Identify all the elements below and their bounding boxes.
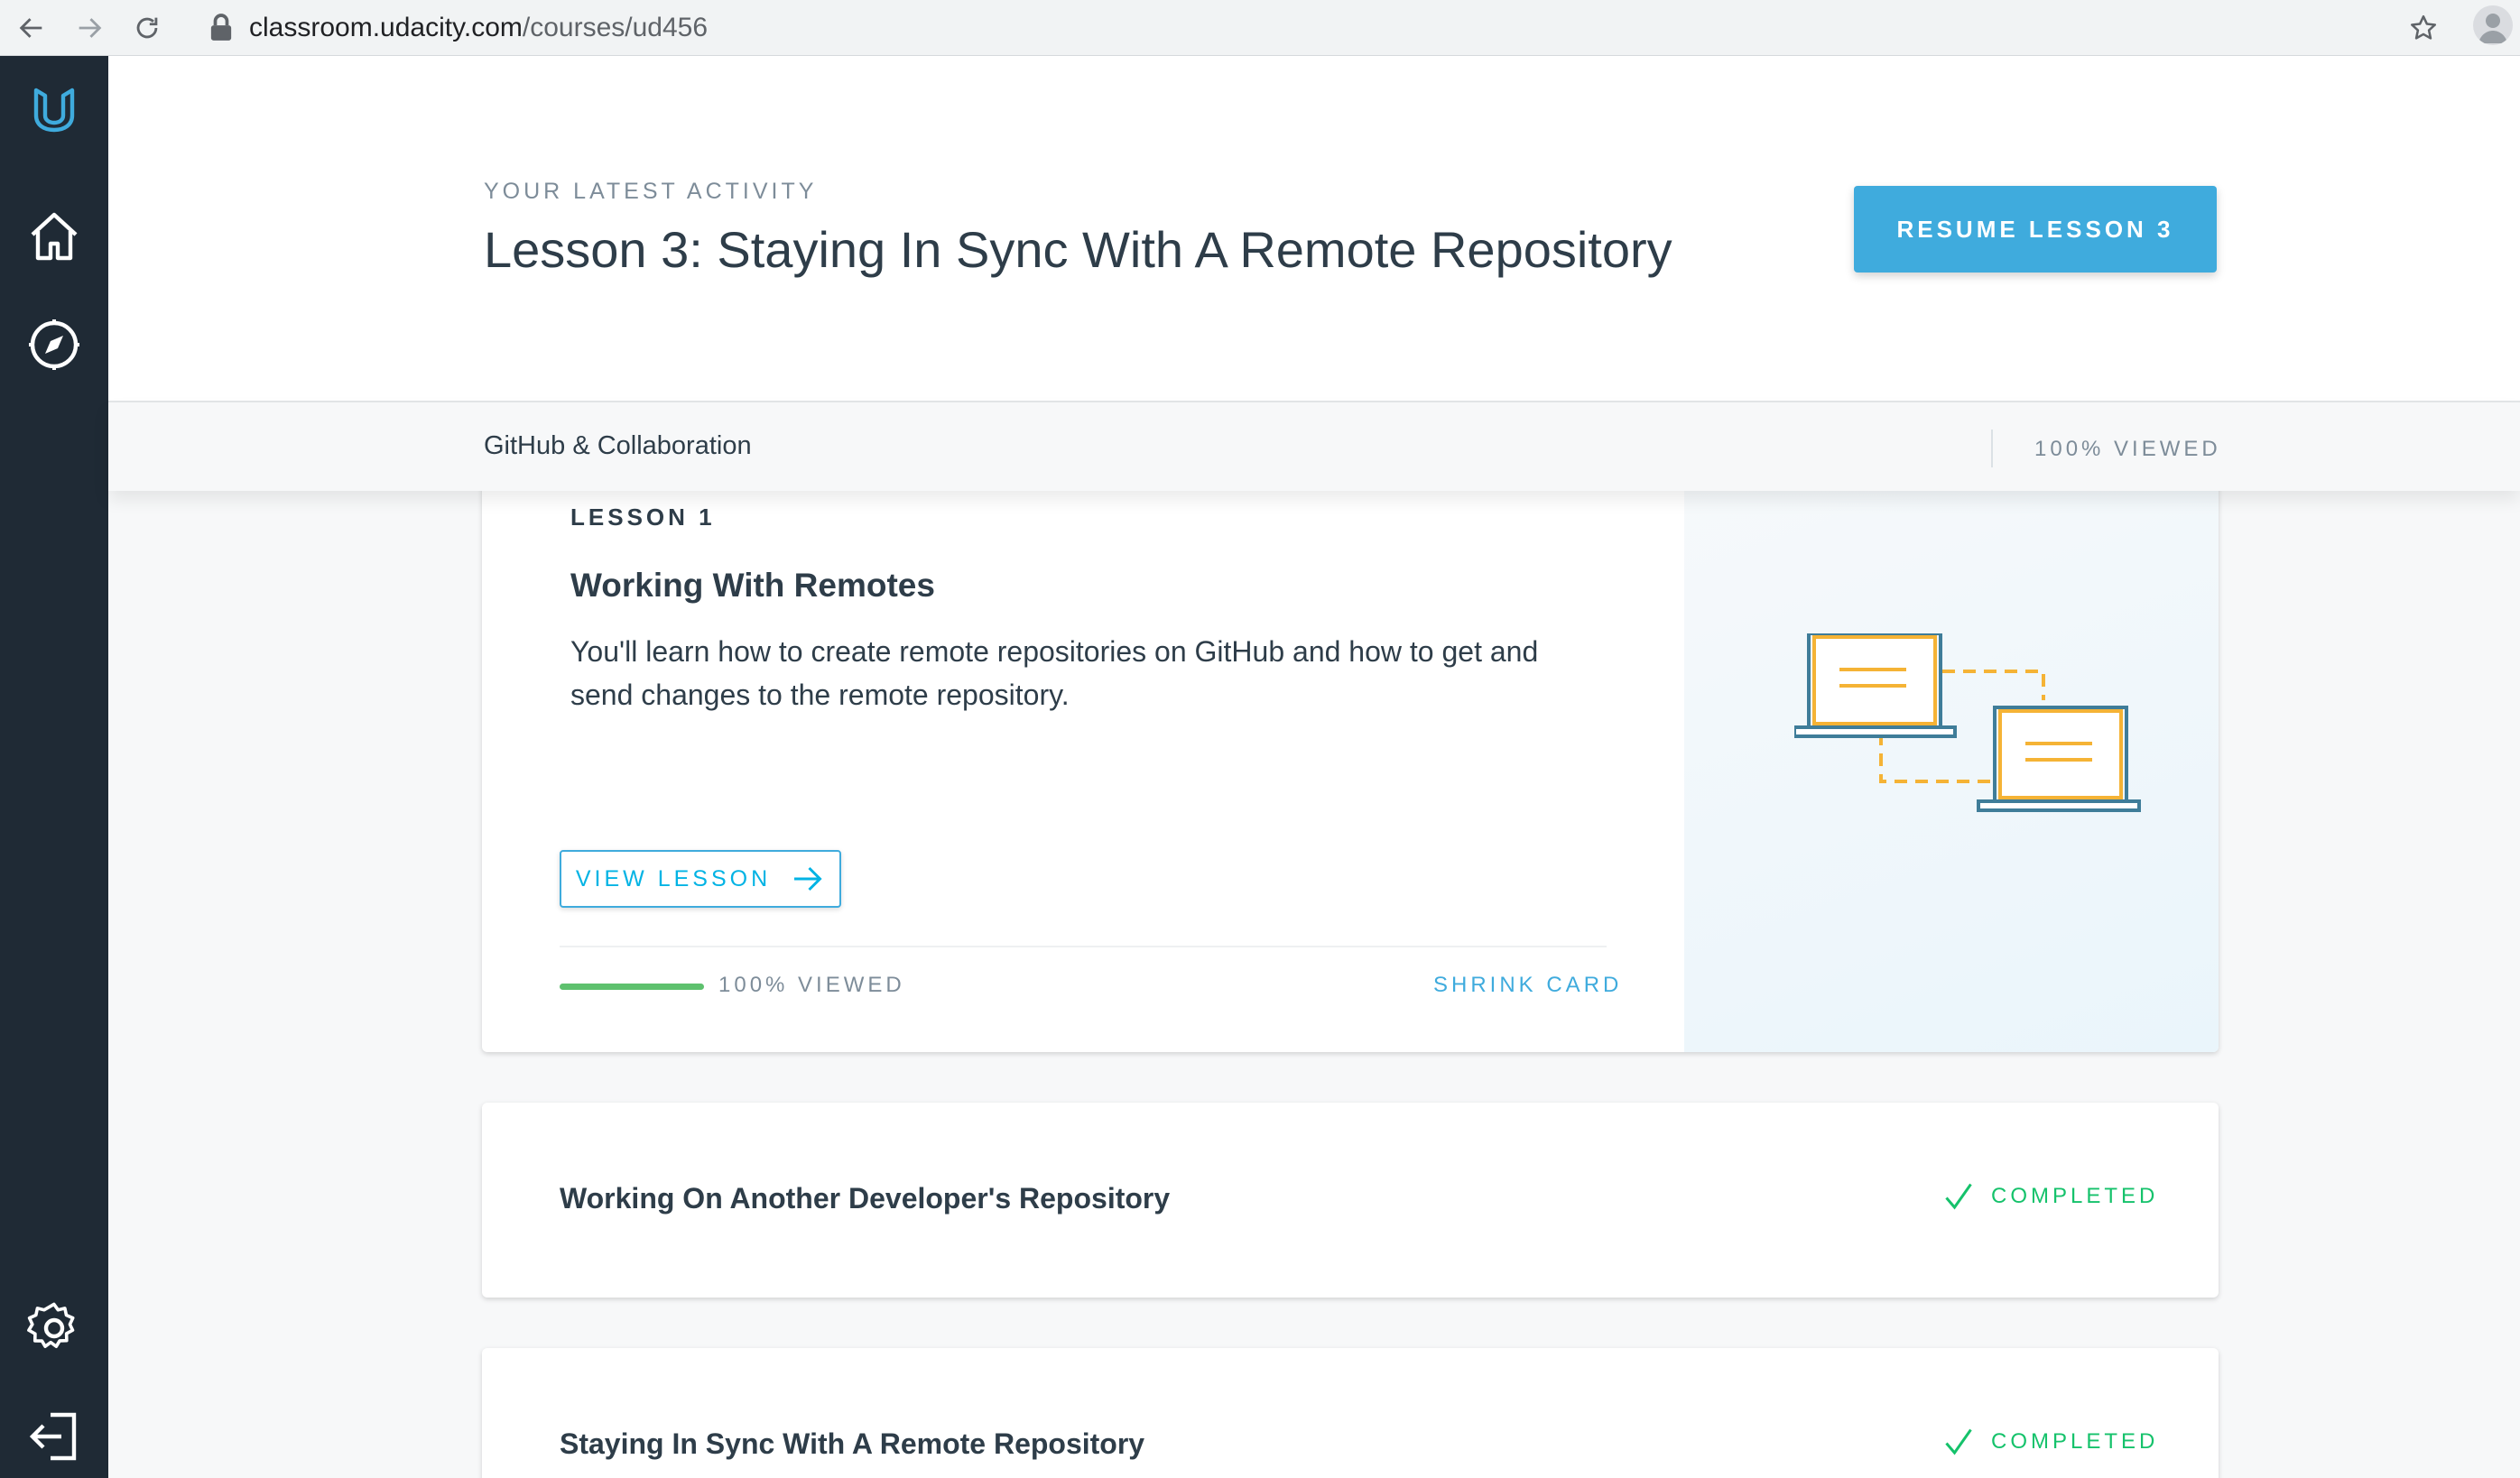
url-path: /courses/ud456 (522, 13, 709, 42)
course-bar: GitHub & Collaboration 100% VIEWED (108, 402, 2520, 491)
completed-badge: COMPLETED (1942, 1426, 2158, 1458)
sidebar-item-explore[interactable] (20, 310, 88, 379)
lesson-card-expanded: LESSON 1 Working With Remotes You'll lea… (482, 478, 2219, 1052)
reload-button[interactable] (125, 5, 170, 51)
sidebar (0, 56, 108, 1478)
completed-label: COMPLETED (1991, 1184, 2159, 1208)
star-icon (2410, 14, 2437, 40)
forward-button[interactable] (67, 5, 112, 51)
checkmark-icon (1945, 1428, 1972, 1455)
lesson-title: Staying In Sync With A Remote Repository (560, 1427, 1145, 1460)
browser-toolbar: classroom.udacity.com/courses/ud456 (0, 0, 2520, 56)
course-progress-label: 100% VIEWED (2034, 437, 2221, 461)
view-lesson-button[interactable]: VIEW LESSON (560, 850, 841, 908)
sidebar-item-settings[interactable] (20, 1294, 88, 1363)
profile-avatar[interactable] (2473, 5, 2513, 45)
resume-lesson-button[interactable]: RESUME LESSON 3 (1854, 186, 2217, 273)
laptops-sync-illustration (1794, 633, 2141, 812)
sidebar-item-logout[interactable] (20, 1402, 88, 1471)
bookmark-button[interactable] (2401, 5, 2446, 51)
address-bar[interactable]: classroom.udacity.com/courses/ud456 (249, 5, 708, 51)
reload-icon (136, 17, 158, 39)
lesson-description: You'll learn how to create remote reposi… (570, 635, 1539, 711)
lesson-title: Working With Remotes (570, 567, 935, 604)
lesson-card[interactable]: Staying In Sync With A Remote Repository… (482, 1348, 2219, 1478)
lesson-number: LESSON 1 (570, 503, 716, 531)
divider (560, 946, 1607, 947)
back-button[interactable] (9, 5, 54, 51)
progress-bar-fill (560, 984, 704, 990)
compass-icon (29, 319, 79, 370)
latest-activity-header: YOUR LATEST ACTIVITY Lesson 3: Staying I… (108, 56, 2520, 402)
completed-label: COMPLETED (1991, 1429, 2159, 1454)
url-domain: classroom.udacity.com (249, 13, 523, 42)
udacity-logo-icon (33, 88, 75, 133)
checkmark-icon (1945, 1183, 1972, 1210)
arrow-left-icon (19, 18, 42, 38)
latest-activity-title: Lesson 3: Staying In Sync With A Remote … (484, 221, 1672, 278)
user-icon (2478, 14, 2507, 43)
latest-activity-label: YOUR LATEST ACTIVITY (484, 179, 818, 204)
logout-icon (29, 1412, 77, 1461)
lesson-illustration (1684, 478, 2219, 1052)
progress-bar (560, 984, 704, 990)
home-icon (31, 212, 78, 261)
sidebar-item-home[interactable] (20, 202, 88, 271)
course-name: GitHub & Collaboration (484, 431, 752, 460)
arrow-right-icon (79, 18, 102, 38)
completed-badge: COMPLETED (1942, 1180, 2158, 1213)
lesson-title: Working On Another Developer's Repositor… (560, 1182, 1171, 1215)
lock-icon (210, 14, 232, 41)
divider (1991, 430, 1993, 467)
arrow-right-icon (794, 866, 822, 891)
view-lesson-label: VIEW LESSON (575, 865, 772, 891)
lesson-card[interactable]: Working On Another Developer's Repositor… (482, 1103, 2219, 1298)
progress-label: 100% VIEWED (718, 973, 905, 997)
shrink-card-link[interactable]: SHRINK CARD (1433, 973, 1622, 998)
udacity-logo-link[interactable] (20, 76, 88, 144)
gear-icon (27, 1302, 75, 1349)
